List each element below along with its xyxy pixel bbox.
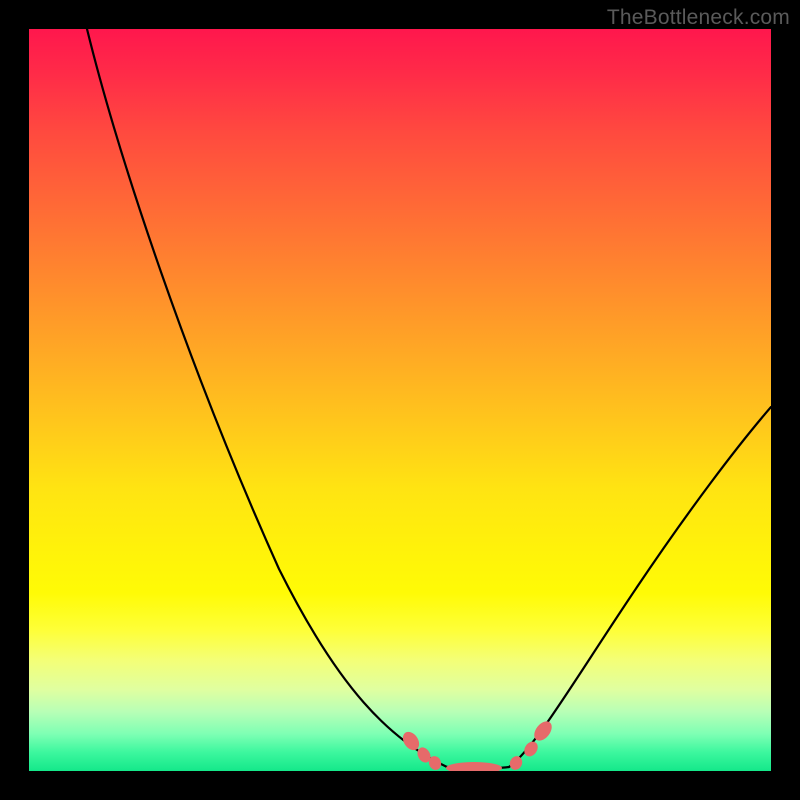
right-curve: [509, 407, 771, 767]
left-curve: [87, 29, 447, 767]
trough-markers-group: [400, 718, 556, 771]
trough-marker: [446, 762, 502, 771]
chart-svg: [29, 29, 771, 771]
chart-plot-area: [29, 29, 771, 771]
trough-marker: [521, 739, 540, 759]
watermark-text: TheBottleneck.com: [607, 6, 790, 30]
